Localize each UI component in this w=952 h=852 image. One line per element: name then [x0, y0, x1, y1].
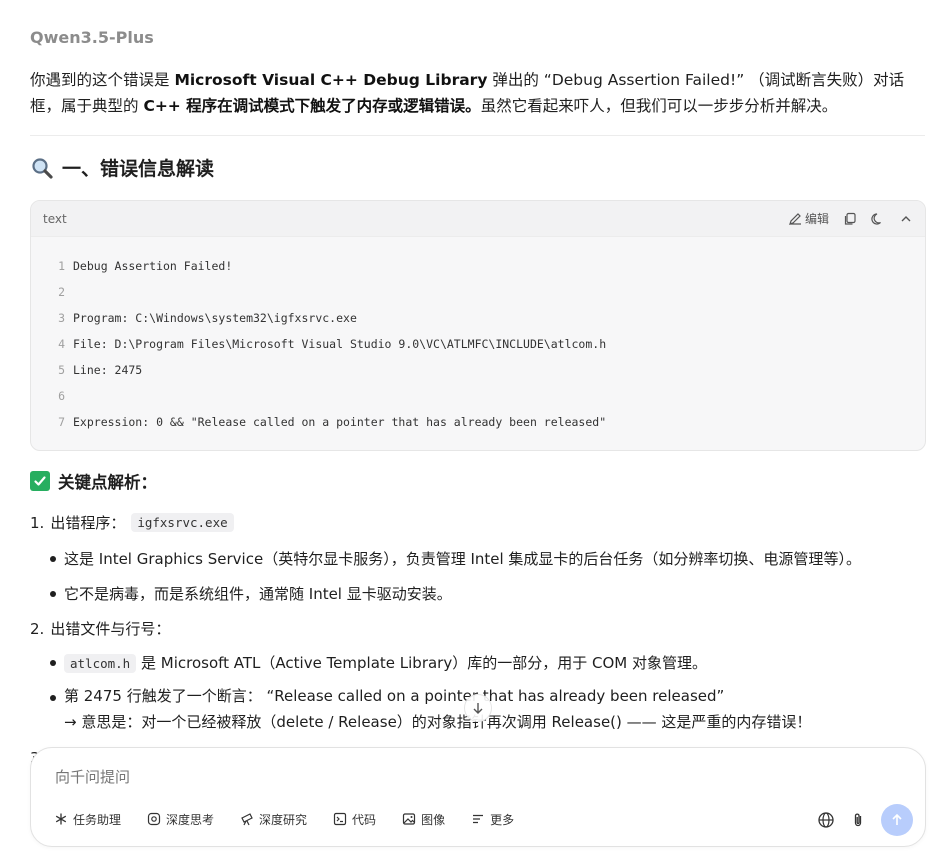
moon-icon [871, 212, 881, 225]
section-heading-2: 关键点解析： [30, 469, 157, 493]
check-icon [30, 471, 50, 491]
send-button[interactable] [881, 804, 913, 836]
composer: 任务助理 深度思考 深度研究 代码 图像 更多 [30, 747, 926, 847]
pencil-icon [789, 212, 801, 225]
line-number: 5 [58, 363, 65, 377]
copy-button[interactable] [843, 212, 857, 226]
bullet-dot [50, 695, 56, 701]
edit-label: 编辑 [804, 212, 829, 226]
code-line: 3 Program: C:\Windows\system32\igfxsrvc.e… [31, 305, 925, 331]
copy-icon [844, 212, 856, 225]
section-heading-1: 一、错误信息解读 [30, 154, 214, 181]
list-number: 1. [30, 513, 45, 532]
code-line: 5 Line: 2475 [31, 357, 925, 383]
code-line: 1 Debug Assertion Failed! [31, 253, 925, 279]
magnifier-icon [32, 157, 53, 179]
bullet-text: → 意思是：对一个已经被释放（delete / Release）的对象指针再次调… [64, 713, 812, 731]
bullet-dot [50, 591, 56, 597]
attachment-icon[interactable] [849, 811, 867, 829]
section-heading-2-text: 关键点解析： [58, 473, 157, 492]
chip-task-assistant[interactable]: 任务助理 [45, 804, 131, 834]
intro-bold-2: C++ 程序在调试模式下触发了内存或逻辑错误。 [143, 97, 481, 115]
chip-label: 代码 [352, 812, 377, 827]
edit-button[interactable]: 编辑 [788, 210, 829, 227]
bullet-text: 第 2475 行触发了一个断言： “Release called on a po… [64, 687, 725, 705]
brain-icon [147, 812, 161, 826]
menu-icon [473, 814, 484, 824]
composer-right-tools [817, 804, 913, 836]
list-item: 1. 出错程序： igfxsrvc.exe [30, 512, 234, 533]
intro-paragraph: 你遇到的这个错误是 Microsoft Visual C++ Debug Lib… [30, 67, 920, 119]
bullet-text: 这是 Intel Graphics Service（英特尔显卡服务），负责管理 … [64, 550, 861, 568]
chevron-up-icon [901, 215, 911, 221]
chip-label: 深度研究 [259, 812, 308, 827]
theme-toggle-button[interactable] [871, 212, 885, 226]
line-number: 4 [58, 337, 65, 351]
line-number: 1 [58, 259, 65, 273]
line-text: Line: 2475 [73, 363, 143, 377]
chip-image[interactable]: 图像 [393, 804, 455, 834]
code-line: 2 [31, 279, 925, 305]
code-line: 4 File: D:\Program Files\Microsoft Visual… [31, 331, 925, 357]
chip-deep-think[interactable]: 深度思考 [138, 804, 224, 834]
inline-code: igfxsrvc.exe [131, 513, 234, 532]
list-item: 2. 出错文件与行号： [30, 618, 170, 639]
collapse-button[interactable] [899, 212, 913, 226]
intro-text-1: 你遇到的这个错误是 [30, 71, 175, 89]
chip-more[interactable]: 更多 [462, 804, 524, 834]
code-language-label: text [43, 211, 67, 226]
model-name: Qwen3.5-Plus [30, 28, 154, 47]
code-line: 7 Expression: 0 && "Release called on a p… [31, 409, 925, 435]
line-text: Debug Assertion Failed! [73, 259, 233, 273]
prompt-input[interactable] [55, 768, 755, 786]
line-text: Expression: 0 && "Release called on a po… [73, 415, 607, 429]
code-body: 1 Debug Assertion Failed! 2 3 Program: C:\… [31, 237, 925, 435]
list-bullet: 这是 Intel Graphics Service（英特尔显卡服务），负责管理 … [50, 548, 861, 569]
bullet-text: 是 Microsoft ATL（Active Template Library）… [136, 654, 707, 672]
chip-label: 深度思考 [166, 812, 215, 827]
line-number: 6 [58, 389, 65, 403]
list-bullet: 第 2475 行触发了一个断言： “Release called on a po… [50, 687, 811, 735]
bullet-text: 它不是病毒，而是系统组件，通常随 Intel 显卡驱动安装。 [64, 585, 452, 603]
arrow-down-icon [473, 703, 483, 714]
line-number: 7 [58, 415, 65, 429]
intro-bold-1: Microsoft Visual C++ Debug Library [174, 71, 488, 89]
arrow-up-icon [892, 813, 902, 825]
list-label: 出错程序： [50, 514, 126, 532]
bullet-dot [50, 660, 56, 666]
composer-chips: 任务助理 深度思考 深度研究 代码 图像 更多 [45, 804, 524, 834]
bullet-content: 第 2475 行触发了一个断言： “Release called on a po… [64, 683, 811, 735]
divider [30, 135, 925, 136]
inline-code: atlcom.h [64, 654, 137, 673]
chip-label: 任务助理 [73, 812, 122, 827]
chip-label: 图像 [421, 812, 446, 827]
chip-code[interactable]: 代码 [324, 804, 386, 834]
list-label: 出错文件与行号： [50, 620, 171, 638]
line-text: File: D:\Program Files\Microsoft Visual … [73, 337, 607, 351]
image-icon [402, 813, 416, 825]
intro-text-3: 虽然它看起来吓人，但我们可以一步步分析并解决。 [480, 97, 838, 115]
bullet-dot [50, 556, 56, 562]
list-bullet: 它不是病毒，而是系统组件，通常随 Intel 显卡驱动安装。 [50, 583, 452, 604]
section-heading-1-text: 一、错误信息解读 [62, 158, 215, 180]
telescope-icon [241, 813, 253, 826]
list-bullet: atlcom.h 是 Microsoft ATL（Active Template… [50, 652, 707, 673]
chip-deep-research[interactable]: 深度研究 [231, 804, 317, 834]
code-block-header: text 编辑 [31, 201, 925, 237]
globe-icon[interactable] [817, 811, 835, 829]
chip-label: 更多 [490, 812, 515, 827]
line-number: 3 [58, 311, 65, 325]
code-block: text 编辑 1 Debug Assertion Failed! 2 3 Prog… [30, 200, 926, 451]
bullet-content: atlcom.h 是 Microsoft ATL（Active Template… [64, 652, 707, 673]
asterisk-icon [55, 813, 67, 825]
code-icon [333, 812, 347, 826]
scroll-down-button[interactable] [464, 694, 492, 722]
line-text: Program: C:\Windows\system32\igfxsrvc.ex… [73, 311, 357, 325]
list-number: 2. [30, 619, 45, 638]
code-line: 6 [31, 383, 925, 409]
line-number: 2 [58, 285, 65, 299]
